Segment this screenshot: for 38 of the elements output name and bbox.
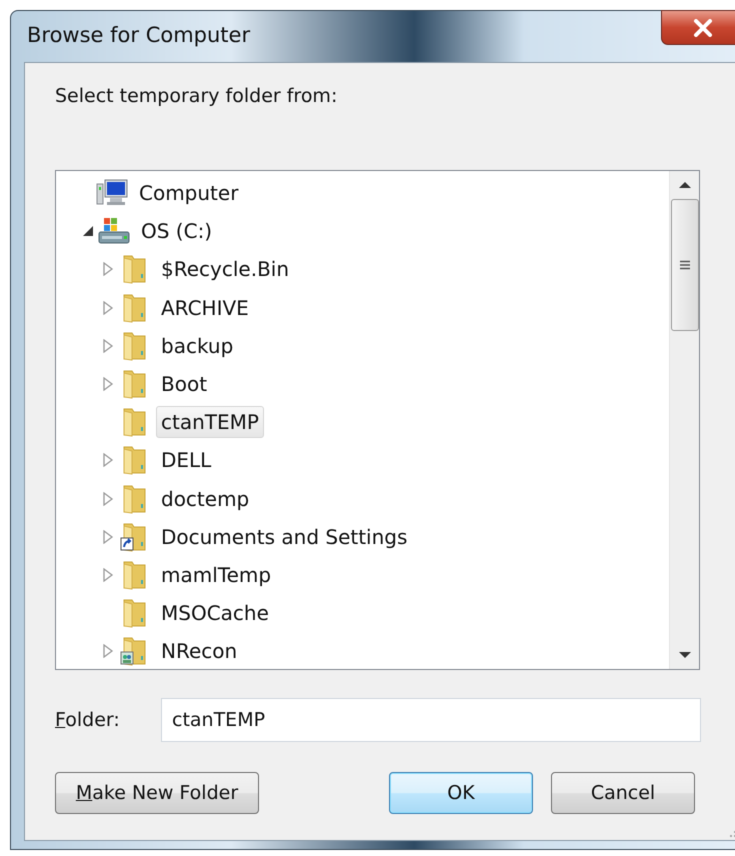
drive-icon	[98, 216, 130, 246]
tree-item[interactable]: ctanTEMP	[156, 406, 264, 438]
tree-item[interactable]: MSOCache	[156, 597, 274, 630]
scroll-up-icon[interactable]	[678, 181, 692, 189]
dialog-button[interactable]: Make New Folder	[55, 772, 259, 814]
expand-arrow-icon[interactable]	[102, 568, 114, 582]
tree-item[interactable]: backup	[156, 330, 238, 362]
tree-item[interactable]: Documents and Settings	[156, 520, 412, 553]
scroll-down-icon[interactable]	[678, 651, 692, 659]
expand-arrow-icon[interactable]	[102, 262, 114, 276]
close-button[interactable]	[661, 10, 735, 45]
expand-arrow-icon[interactable]	[102, 338, 114, 353]
close-icon	[692, 18, 714, 36]
expand-arrow-icon[interactable]	[102, 492, 114, 506]
tree-item[interactable]: ARCHIVE	[156, 292, 254, 324]
expand-arrow-icon[interactable]	[102, 300, 114, 315]
tree-item[interactable]: doctemp	[156, 482, 254, 515]
expand-arrow-icon[interactable]	[102, 453, 114, 468]
tree-item[interactable]: DELL	[156, 444, 216, 476]
window-title: Browse for Computer	[27, 23, 250, 47]
folder-label: Folder:	[55, 709, 121, 731]
tree-item[interactable]: OS (C:)	[136, 215, 218, 248]
tree-item[interactable]: NRecon	[156, 635, 242, 668]
expand-arrow-icon[interactable]	[102, 377, 114, 392]
folder-field[interactable]: ctanTEMP	[161, 698, 701, 742]
scrollbar[interactable]	[669, 171, 699, 669]
expand-arrow-icon[interactable]	[102, 530, 114, 544]
tree-item[interactable]: $Recycle.Bin	[156, 253, 294, 286]
dialog-button[interactable]: Cancel	[551, 772, 695, 814]
expand-arrow-icon[interactable]	[102, 644, 114, 658]
tree-item[interactable]: Boot	[156, 368, 212, 400]
prompt-text: Select temporary folder from:	[55, 85, 338, 107]
scroll-thumb[interactable]	[670, 199, 698, 331]
dialog-button[interactable]: OK	[389, 772, 533, 814]
grip-icon	[678, 260, 690, 270]
tree-item[interactable]: Computer	[134, 177, 244, 210]
tree-item[interactable]: mamlTemp	[156, 558, 276, 591]
collapse-arrow-icon[interactable]	[82, 225, 94, 238]
